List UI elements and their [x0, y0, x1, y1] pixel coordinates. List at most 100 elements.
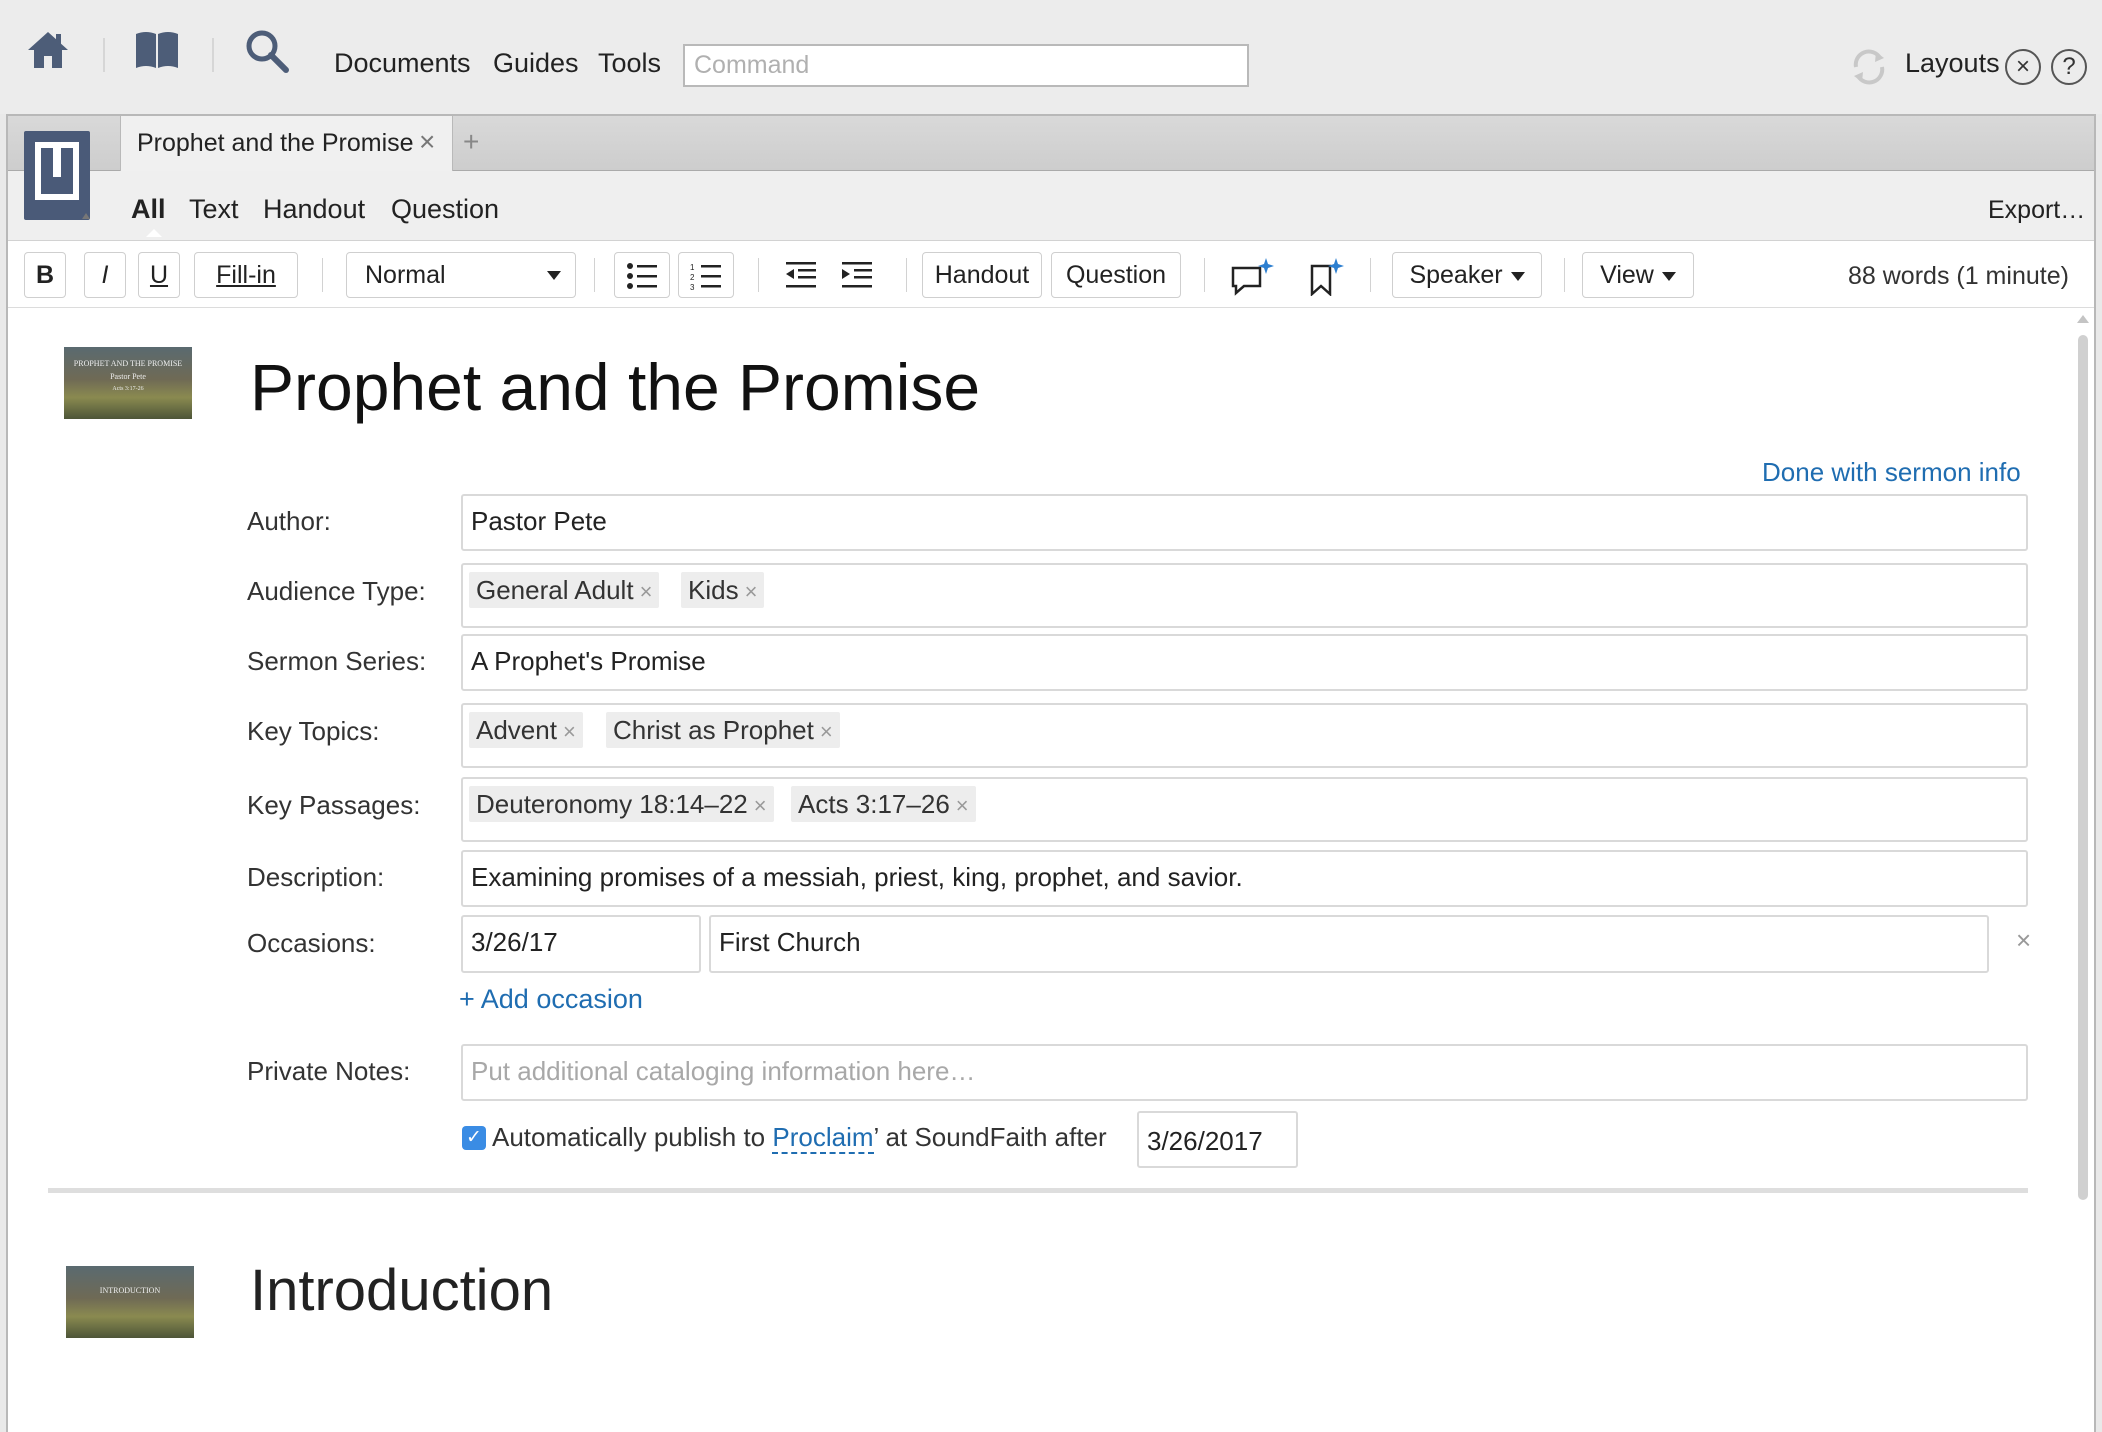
sync-icon[interactable] — [1848, 44, 1890, 95]
layouts-button[interactable]: Layouts — [1905, 48, 2000, 79]
tab-prophet-and-the-promise[interactable]: Prophet and the Promise × — [120, 116, 453, 172]
command-input[interactable] — [683, 44, 1249, 87]
paragraph-style-dropdown[interactable]: Normal — [346, 252, 576, 298]
svg-text:2: 2 — [690, 273, 695, 282]
auto-publish-checkbox[interactable]: ✓ — [462, 1126, 486, 1150]
menu-documents[interactable]: Documents — [334, 48, 471, 79]
sermon-builder-icon[interactable] — [24, 131, 90, 220]
passage-tag[interactable]: Deuteronomy 18:14–22 × — [469, 786, 774, 822]
remove-tag-icon[interactable]: × — [563, 719, 576, 744]
description-value: Examining promises of a messiah, priest,… — [471, 862, 1243, 892]
thumbnail-section-text: INTRODUCTION — [99, 1286, 161, 1295]
audience-type-field[interactable]: General Adult × Kids × — [461, 563, 2028, 628]
sermon-series-field[interactable]: A Prophet's Promise — [461, 634, 2028, 691]
numbered-list-button[interactable]: 123 — [678, 252, 734, 298]
audience-type-label: Audience Type: — [247, 576, 426, 606]
filter-text[interactable]: Text — [189, 194, 239, 225]
occasions-label: Occasions: — [247, 928, 376, 958]
thumbnail-title-text: PROPHET AND THE PROMISE — [73, 359, 183, 368]
author-label: Author: — [247, 506, 331, 536]
fill-in-button[interactable]: Fill-in — [194, 252, 298, 298]
add-comment-icon[interactable] — [1230, 256, 1274, 301]
library-book-icon[interactable] — [134, 28, 180, 77]
done-with-sermon-info-link[interactable]: Done with sermon info — [1762, 457, 2021, 488]
new-tab-icon[interactable]: + — [463, 126, 479, 158]
speaker-label: Speaker — [1409, 261, 1503, 289]
author-field[interactable]: Pastor Pete — [461, 494, 2028, 551]
description-label: Description: — [247, 862, 385, 892]
toolbar-divider — [212, 38, 214, 72]
proclaim-link[interactable]: Proclaim — [772, 1122, 874, 1154]
filter-question[interactable]: Question — [391, 194, 499, 225]
menu-tools[interactable]: Tools — [598, 48, 661, 79]
close-layouts-icon[interactable]: × — [2005, 49, 2041, 85]
remove-tag-icon[interactable]: × — [640, 579, 653, 604]
audience-tag[interactable]: Kids × — [681, 572, 765, 608]
occasion-date-value: 3/26/17 — [471, 927, 558, 957]
remove-occasion-icon[interactable]: × — [2016, 925, 2031, 956]
formatting-toolbar: B I U Fill-in Normal 123 Handout Questio… — [8, 242, 2094, 308]
close-tab-icon[interactable]: × — [419, 126, 435, 158]
bulleted-list-icon — [627, 263, 657, 289]
bold-button[interactable]: B — [24, 252, 66, 298]
speaker-dropdown[interactable]: Speaker — [1392, 252, 1542, 298]
topic-tag[interactable]: Advent × — [469, 712, 583, 748]
private-notes-field[interactable]: Put additional cataloging information he… — [461, 1044, 2028, 1101]
key-passages-field[interactable]: Deuteronomy 18:14–22 × Acts 3:17–26 × — [461, 777, 2028, 842]
introduction-heading[interactable]: Introduction — [250, 1257, 553, 1324]
audience-tag-label: Kids — [688, 575, 739, 605]
description-field[interactable]: Examining promises of a messiah, priest,… — [461, 850, 2028, 907]
scroll-up-arrow[interactable] — [2077, 315, 2089, 323]
topic-tag[interactable]: Christ as Prophet × — [606, 712, 840, 748]
view-dropdown[interactable]: View — [1582, 252, 1694, 298]
audience-tag[interactable]: General Adult × — [469, 572, 660, 608]
chevron-down-icon — [547, 271, 561, 280]
svg-text:3: 3 — [690, 283, 695, 290]
toolbar-divider — [322, 258, 323, 292]
toolbar-divider — [906, 258, 907, 292]
home-icon[interactable] — [26, 28, 70, 77]
vertical-scrollbar[interactable] — [2078, 335, 2088, 1200]
toolbar-divider — [1370, 258, 1371, 292]
topic-tag-label: Advent — [476, 715, 557, 745]
filter-all[interactable]: All — [131, 194, 166, 225]
passage-tag-label: Acts 3:17–26 — [798, 789, 950, 819]
outdent-icon[interactable] — [784, 260, 818, 295]
passage-tag[interactable]: Acts 3:17–26 × — [791, 786, 976, 822]
handout-button[interactable]: Handout — [922, 252, 1042, 298]
export-button[interactable]: Export… — [1988, 196, 2085, 225]
remove-tag-icon[interactable]: × — [754, 793, 767, 818]
sermon-document-panel: Prophet and the Promise × + All Text Han… — [6, 114, 2096, 1432]
sermon-title[interactable]: Prophet and the Promise — [250, 349, 980, 425]
menu-guides[interactable]: Guides — [493, 48, 579, 79]
introduction-slide-thumbnail[interactable]: INTRODUCTION — [66, 1266, 194, 1338]
publish-date-field[interactable]: 3/26/2017 — [1137, 1111, 1298, 1168]
question-button[interactable]: Question — [1051, 252, 1181, 298]
sermon-series-label: Sermon Series: — [247, 646, 427, 676]
title-slide-thumbnail[interactable]: PROPHET AND THE PROMISE Pastor Pete Acts… — [64, 347, 192, 419]
italic-button[interactable]: I — [84, 252, 126, 298]
bulleted-list-button[interactable] — [614, 252, 670, 298]
add-bookmark-icon[interactable] — [1308, 256, 1344, 301]
chevron-down-icon — [1510, 271, 1525, 281]
occasion-place-field[interactable]: First Church — [709, 915, 1989, 973]
search-icon[interactable] — [244, 28, 290, 79]
toolbar-divider — [758, 258, 759, 292]
remove-tag-icon[interactable]: × — [820, 719, 833, 744]
remove-tag-icon[interactable]: × — [956, 793, 969, 818]
key-passages-label: Key Passages: — [247, 790, 421, 820]
occasion-place-value: First Church — [719, 927, 861, 957]
filter-handout[interactable]: Handout — [263, 194, 365, 225]
remove-tag-icon[interactable]: × — [745, 579, 758, 604]
add-occasion-link[interactable]: + Add occasion — [459, 984, 643, 1015]
toolbar-divider — [594, 258, 595, 292]
help-icon[interactable]: ? — [2051, 49, 2087, 85]
chevron-down-icon — [1661, 271, 1676, 281]
toolbar-divider — [103, 38, 105, 72]
underline-button[interactable]: U — [138, 252, 180, 298]
passage-tag-label: Deuteronomy 18:14–22 — [476, 789, 748, 819]
occasion-date-field[interactable]: 3/26/17 — [461, 915, 701, 973]
auto-publish-label: Automatically publish to Proclaim’ at So… — [492, 1122, 1107, 1154]
indent-icon[interactable] — [840, 260, 874, 295]
key-topics-field[interactable]: Advent × Christ as Prophet × — [461, 703, 2028, 768]
